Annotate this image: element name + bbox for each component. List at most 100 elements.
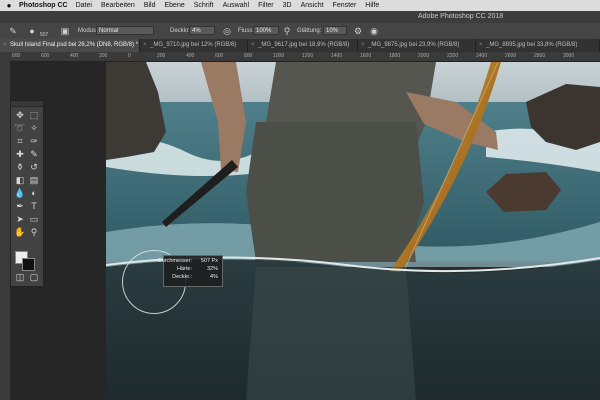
opacity-field[interactable]: 4%: [189, 26, 215, 35]
window-title: Adobe Photoshop CC 2018: [418, 13, 504, 20]
brush-size-value: 507: [40, 32, 49, 38]
tooltip-value: 4%: [210, 274, 218, 280]
flow-label: Fluss:: [238, 28, 255, 34]
opacity-pressure-icon[interactable]: ◎: [222, 26, 232, 36]
close-icon[interactable]: ×: [3, 39, 7, 52]
tab-skull-island[interactable]: × Skull Island Final.psd bei 26,2% (DN8,…: [0, 39, 140, 52]
pen-tool-icon[interactable]: ✒: [13, 200, 27, 212]
ruler-tick: 2600: [505, 53, 517, 59]
crop-tool-icon[interactable]: ⌗: [13, 135, 27, 147]
tab-label: _MG_8895.jpg bei 33,8% (RGB/8): [486, 42, 578, 48]
tooltip-value: 507 Px: [200, 258, 218, 264]
gradient-tool-icon[interactable]: ▤: [27, 174, 41, 186]
screen-mode-icon[interactable]: ▢: [27, 271, 41, 283]
menu-bar: ● Photoshop CC Datei Bearbeiten Bild Ebe…: [0, 0, 600, 11]
ruler-tick: 1200: [302, 53, 314, 59]
tooltip-key: Deckkr.:: [172, 274, 192, 280]
brush-settings-icon[interactable]: ▣: [60, 26, 70, 36]
menu-ansicht[interactable]: Ansicht: [301, 2, 324, 9]
hand-tool-icon[interactable]: ✋: [13, 226, 27, 238]
menu-bild[interactable]: Bild: [144, 2, 156, 9]
quick-mask-icon[interactable]: ◫: [13, 271, 27, 283]
tab-label: _MG_9617.jpg bei 18,9% (RGB/8): [258, 42, 350, 48]
ruler-tick: 1400: [331, 53, 343, 59]
clone-stamp-tool-icon[interactable]: ⚱: [13, 161, 27, 173]
pressure-size-icon[interactable]: ◉: [369, 26, 379, 36]
marquee-tool-icon[interactable]: ⬚: [27, 109, 41, 121]
menu-hilfe[interactable]: Hilfe: [365, 2, 379, 9]
ruler-tick: 200: [157, 53, 166, 59]
healing-brush-tool-icon[interactable]: ✚: [13, 148, 27, 160]
tooltip-row: Härte: 32%: [166, 266, 220, 273]
apple-menu-icon[interactable]: ●: [4, 1, 14, 10]
path-selection-tool-icon[interactable]: ➤: [13, 213, 27, 225]
figure-trousers: [246, 122, 424, 262]
menu-ebene[interactable]: Ebene: [165, 2, 185, 9]
options-bar: ✎ ● 507 ▣ Modus: Normal Deckkr.: 4% ◎ Fl…: [0, 23, 600, 40]
window-title-bar: Adobe Photoshop CC 2018: [0, 11, 600, 23]
menu-schrift[interactable]: Schrift: [194, 2, 214, 9]
menu-datei[interactable]: Datei: [76, 2, 92, 9]
tooltip-value: 32%: [206, 266, 218, 272]
ruler-tick: 600: [41, 53, 50, 59]
app-menu[interactable]: Photoshop CC: [19, 2, 68, 9]
ruler-tick: 200: [99, 53, 108, 59]
eraser-tool-icon[interactable]: ◧: [13, 174, 27, 186]
type-tool-icon[interactable]: T: [27, 200, 41, 212]
legs-underwater: [246, 267, 416, 400]
close-icon[interactable]: ×: [143, 39, 147, 52]
blur-tool-icon[interactable]: 💧: [13, 187, 27, 199]
lasso-tool-icon[interactable]: ➰: [13, 122, 27, 134]
eyedropper-tool-icon[interactable]: ✑: [27, 135, 41, 147]
tab-mg-8895[interactable]: × _MG_8895.jpg bei 33,8% (RGB/8): [476, 39, 600, 52]
panel-grip[interactable]: [11, 101, 43, 107]
ruler-tick: 2800: [534, 53, 546, 59]
ruler-tick: 600: [215, 53, 224, 59]
tab-label: _MG_9710.jpg bei 12% (RGB/8): [150, 42, 237, 48]
menu-bearbeiten[interactable]: Bearbeiten: [101, 2, 135, 9]
ruler-tick: 2400: [476, 53, 488, 59]
menu-auswahl[interactable]: Auswahl: [223, 2, 249, 9]
ruler-tick: 1000: [273, 53, 285, 59]
document-canvas[interactable]: [106, 62, 600, 400]
mode-select[interactable]: Normal: [96, 26, 154, 35]
tab-mg-9617[interactable]: × _MG_9617.jpg bei 18,9% (RGB/8): [248, 39, 358, 52]
airbrush-icon[interactable]: ⚲: [282, 26, 292, 36]
tools-panel: ✥ ⬚ ➰ ✧ ⌗ ✑ ✚ ✎ ⚱ ↺ ◧ ▤ 💧 ◐ ✒ T ➤ ▭ ✋ ⚲ …: [10, 100, 44, 287]
ruler-tick: 400: [186, 53, 195, 59]
ruler-tick: 1800: [389, 53, 401, 59]
ruler-tick: 3000: [563, 53, 575, 59]
ruler-tick: 1600: [360, 53, 372, 59]
brush-tool-icon[interactable]: ✎: [27, 148, 41, 160]
brush-preset-picker[interactable]: ●: [24, 26, 40, 36]
flow-field[interactable]: 100%: [253, 26, 279, 35]
tooltip-key: Durchmesser:: [157, 258, 192, 264]
smoothing-field[interactable]: 10%: [323, 26, 347, 35]
menu-3d[interactable]: 3D: [283, 2, 292, 9]
ruler-tick: 800: [244, 53, 253, 59]
close-icon[interactable]: ×: [361, 39, 365, 52]
ruler-tick: 800: [12, 53, 21, 59]
tab-mg-9710[interactable]: × _MG_9710.jpg bei 12% (RGB/8): [140, 39, 248, 52]
brush-info-tooltip: Durchmesser: 507 Px Härte: 32% Deckkr.: …: [158, 255, 223, 287]
mode-label: Modus:: [78, 28, 98, 34]
close-icon[interactable]: ×: [251, 39, 255, 52]
gear-icon[interactable]: ⚙: [353, 26, 363, 36]
tooltip-row: Deckkr.: 4%: [166, 274, 220, 281]
magic-wand-tool-icon[interactable]: ✧: [27, 122, 41, 134]
background-color-swatch[interactable]: [22, 258, 35, 271]
shape-tool-icon[interactable]: ▭: [27, 213, 41, 225]
history-brush-tool-icon[interactable]: ↺: [27, 161, 41, 173]
menu-filter[interactable]: Filter: [258, 2, 274, 9]
ruler-tick: 400: [70, 53, 79, 59]
brush-tool-icon[interactable]: ✎: [8, 26, 18, 36]
dodge-tool-icon[interactable]: ◐: [27, 187, 41, 199]
tab-mg-9875[interactable]: × _MG_9875.jpg bei 23,9% (RGB/8): [358, 39, 476, 52]
ruler-tick: 2200: [447, 53, 459, 59]
menu-fenster[interactable]: Fenster: [333, 2, 357, 9]
document-tab-bar: × Skull Island Final.psd bei 26,2% (DN8,…: [0, 39, 600, 53]
zoom-tool-icon[interactable]: ⚲: [27, 226, 41, 238]
move-tool-icon[interactable]: ✥: [13, 109, 27, 121]
close-icon[interactable]: ×: [479, 39, 483, 52]
horizontal-ruler[interactable]: 800 600 400 200 0 200 400 600 800 1000 1…: [10, 52, 600, 62]
